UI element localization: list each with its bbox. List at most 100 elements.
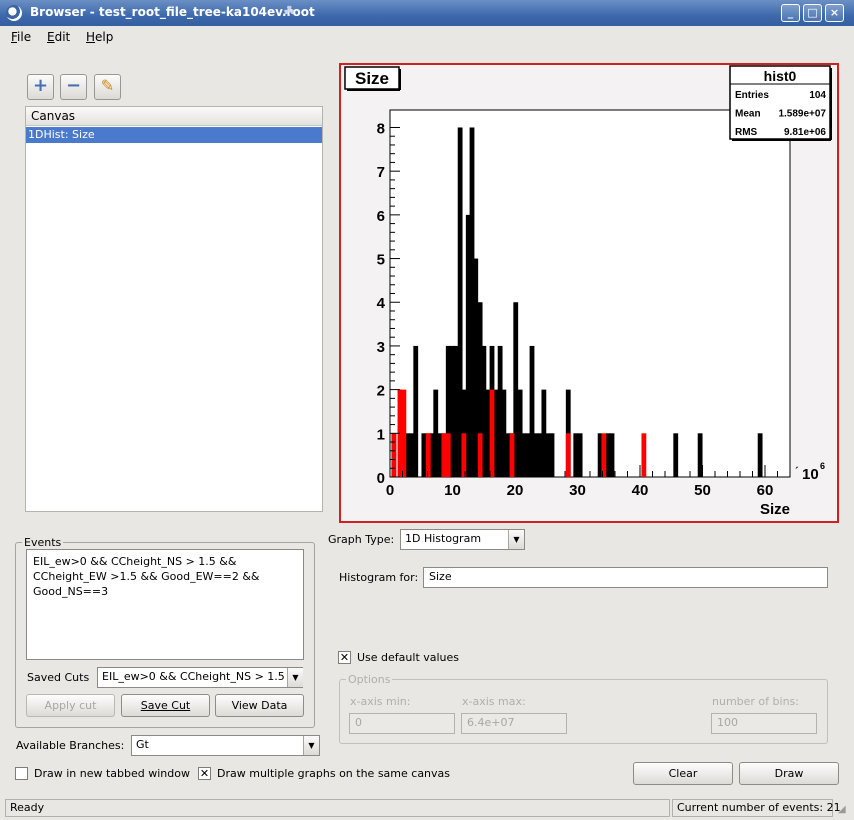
chevron-down-icon[interactable]: ▼	[303, 736, 319, 755]
menu-file[interactable]: File	[11, 30, 31, 44]
available-branches-label: Available Branches:	[16, 739, 125, 752]
histogram-bar	[509, 433, 515, 477]
histogram-bar	[445, 433, 451, 477]
menu-edit[interactable]: Edit	[47, 30, 70, 44]
view-data-button[interactable]: View Data	[215, 694, 304, 717]
x-tick-label: 10	[444, 482, 461, 499]
new-tab-label: Draw in new tabbed window	[34, 767, 190, 780]
events-cut-textarea[interactable]: EIL_ew>0 && CCheight_NS > 1.5 && CCheigh…	[26, 549, 304, 660]
x-tick-label: 50	[694, 482, 711, 499]
stats-label: Entries	[735, 90, 769, 101]
x-tick-label: 30	[569, 482, 586, 499]
title-bar: Browser - test_root_file_tree-ka104ev.ro…	[0, 0, 854, 26]
histogram-bar	[391, 433, 397, 477]
graph-type-combo[interactable]: 1D Histogram	[400, 529, 525, 550]
x-multiplier-mark: ´	[795, 466, 799, 478]
y-tick-label: 7	[377, 164, 385, 181]
histogram-canvas[interactable]: 0 1 2 3 4 5 6 7 8 0 10 20 30 40 50 60 ´ 10 6 Size Size hist0 E…	[339, 63, 839, 523]
nbins-label: number of bins:	[712, 695, 799, 708]
histogram-bar	[757, 433, 763, 477]
xmax-field[interactable]: 6.4e+07	[461, 713, 567, 734]
remove-canvas-button[interactable]: −	[60, 74, 87, 100]
draw-button[interactable]: Draw	[739, 762, 839, 785]
cut-line: CCheight_EW >1.5 && Good_EW==2 &&	[33, 570, 260, 583]
y-tick-label: 1	[377, 426, 385, 443]
y-tick-label: 2	[377, 383, 385, 400]
canvas-list[interactable]: Canvas 1DHist: Size	[25, 106, 323, 512]
close-button[interactable]: ×	[825, 4, 844, 22]
histogram-bar	[501, 389, 507, 477]
y-tick-label: 8	[377, 120, 385, 137]
y-tick-label: 0	[377, 470, 385, 487]
histogram-bar	[425, 433, 431, 477]
save-cut-button[interactable]: Save Cut	[121, 694, 210, 717]
histogram-bar	[697, 433, 703, 477]
list-item[interactable]: 1DHist: Size	[26, 127, 322, 143]
apply-cut-button[interactable]: Apply cut	[26, 694, 115, 717]
stats-value: 104	[809, 90, 826, 101]
histogram-for-label: Histogram for:	[339, 571, 419, 584]
graph-type-label: Graph Type:	[328, 533, 395, 546]
y-tick-label: 6	[377, 208, 385, 225]
chart-title: Size	[355, 69, 389, 88]
histogram-plot: 0123456780 10 20 30 40 50 60´ 10 6SizeSize hist0E…	[344, 65, 832, 518]
x-tick-label: 20	[507, 482, 524, 499]
histogram-bar	[549, 433, 555, 477]
maximize-button[interactable]: □	[803, 4, 822, 22]
pencil-icon: ✎	[100, 76, 115, 95]
histogram-bar	[421, 433, 427, 477]
saved-cuts-combo[interactable]: EIL_ew>0 && CCheight_NS > 1.5	[97, 667, 303, 688]
y-tick-label: 4	[377, 295, 386, 312]
histogram-bar	[541, 389, 547, 477]
use-default-label: Use default values	[357, 651, 460, 664]
histogram-bar	[577, 433, 583, 477]
app-icon	[6, 5, 22, 21]
nbins-field[interactable]: 100	[711, 713, 817, 734]
plus-icon: +	[32, 75, 49, 96]
xmin-label: x-axis min:	[350, 695, 411, 708]
resize-grip-icon[interactable]: ◢	[838, 804, 850, 816]
minimize-button[interactable]: _	[781, 4, 800, 22]
chameleon-icon: ☘	[283, 4, 296, 20]
multiple-graphs-checkbox[interactable]: ✕	[198, 767, 211, 780]
x-tick-label: 0	[386, 482, 394, 499]
histogram-bar	[477, 433, 483, 477]
xmax-label: x-axis max:	[462, 695, 526, 708]
histogram-bar	[673, 433, 679, 477]
status-text: Ready	[5, 799, 670, 817]
histogram-bar	[473, 258, 479, 477]
xmin-field[interactable]: 0	[349, 713, 455, 734]
new-tab-checkbox[interactable]	[15, 767, 28, 780]
x-axis-label: Size	[760, 501, 790, 518]
y-tick-label: 5	[377, 252, 385, 269]
use-default-checkbox[interactable]: ✕	[338, 651, 351, 664]
options-legend: Options	[346, 673, 393, 686]
window-title: Browser - test_root_file_tree-ka104ev.ro…	[30, 5, 315, 19]
stats-label: Mean	[735, 109, 761, 120]
histogram-bar	[641, 433, 647, 477]
histogram-for-field[interactable]: Size	[423, 567, 828, 588]
histogram-bar	[401, 389, 407, 477]
canvas-list-header: Canvas	[26, 107, 322, 126]
histogram-bar	[489, 389, 495, 477]
menu-help[interactable]: Help	[86, 30, 113, 44]
histogram-bar	[413, 345, 419, 477]
add-canvas-button[interactable]: +	[27, 74, 54, 100]
cut-line: Good_NS==3	[33, 585, 109, 598]
graph-type-value: 1D Histogram	[405, 532, 482, 545]
edit-canvas-button[interactable]: ✎	[94, 74, 121, 100]
events-count-status: Current number of events: 21	[672, 799, 841, 817]
histogram-bar	[533, 433, 539, 477]
multiple-graphs-label: Draw multiple graphs on the same canvas	[217, 767, 451, 780]
histogram-bar	[441, 433, 447, 477]
x-multiplier-exponent: 6	[820, 461, 825, 471]
clear-button[interactable]: Clear	[633, 762, 733, 785]
histogram-bar	[453, 345, 459, 477]
available-branches-combo[interactable]: Gt	[131, 735, 320, 756]
histogram-bar	[565, 433, 571, 477]
chevron-down-icon[interactable]: ▼	[508, 530, 524, 549]
stats-value: 1.589e+07	[778, 109, 826, 120]
chevron-down-icon[interactable]: ▼	[287, 668, 303, 687]
x-tick-label: 60	[757, 482, 774, 499]
cut-line: EIL_ew>0 && CCheight_NS > 1.5 &&	[33, 555, 237, 568]
